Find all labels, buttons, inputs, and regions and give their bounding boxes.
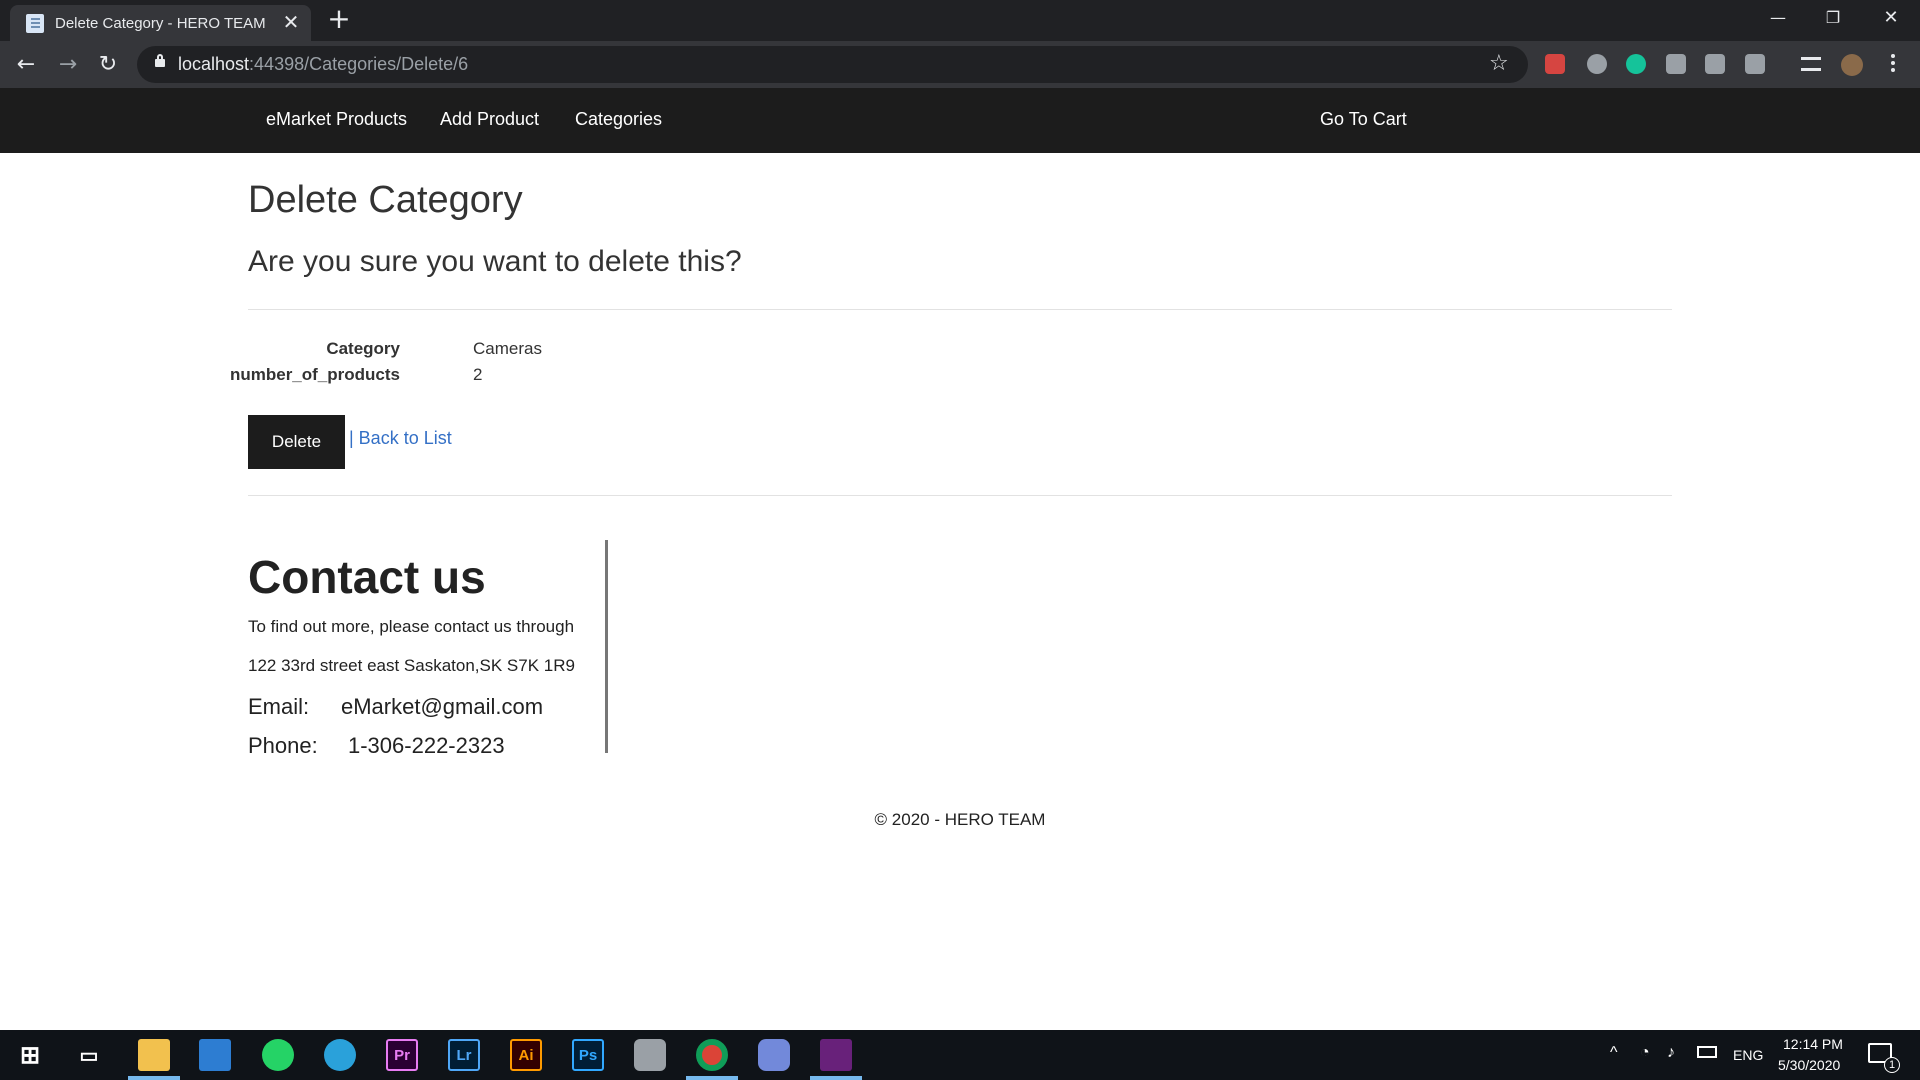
battery-icon[interactable]	[1697, 1046, 1717, 1058]
nav-go-to-cart[interactable]: Go To Cart	[1320, 109, 1407, 130]
confirmation-question: Are you sure you want to delete this?	[248, 245, 742, 278]
page-title: Delete Category	[248, 179, 523, 221]
new-tab-icon[interactable]: +	[325, 5, 353, 33]
back-to-list-link[interactable]: | Back to List	[349, 428, 452, 449]
contact-phone-row: Phone: 1-306-222-2323	[248, 733, 598, 763]
photoshop-icon[interactable]: Ps	[572, 1039, 604, 1071]
field-value: 2	[473, 365, 483, 384]
field-label: number_of_products	[229, 365, 400, 384]
nav-emarket-products[interactable]: eMarket Products	[266, 109, 407, 130]
delete-button[interactable]: Delete	[248, 415, 345, 469]
grammarly-icon[interactable]	[1626, 54, 1646, 74]
nav-add-product[interactable]: Add Product	[440, 109, 539, 130]
taskbar-active-indicator	[128, 1076, 180, 1080]
field-label: Category	[326, 339, 400, 358]
app-hexagon-icon[interactable]	[634, 1039, 666, 1071]
media-control-icon[interactable]	[1801, 57, 1821, 71]
whatsapp-icon[interactable]	[262, 1039, 294, 1071]
taskbar-active-indicator	[810, 1076, 862, 1080]
site-navbar: eMarket Products Add Product Categories …	[0, 88, 1920, 153]
tab-title: Delete Category - HERO TEAM	[55, 15, 266, 32]
contact-address: 122 33rd street east Saskaton,SK S7K 1R9	[248, 656, 575, 675]
file-explorer-icon[interactable]	[138, 1039, 170, 1071]
email-label: Email:	[248, 694, 310, 719]
profile-avatar[interactable]	[1841, 54, 1863, 76]
language-indicator[interactable]: ENG	[1733, 1047, 1763, 1063]
task-view-icon[interactable]: ▭	[73, 1039, 105, 1071]
contact-title: Contact us	[248, 551, 486, 603]
notification-count: 1	[1884, 1057, 1900, 1073]
chrome-icon[interactable]	[696, 1039, 728, 1071]
close-window-icon[interactable]: ✕	[1868, 0, 1914, 36]
visual-studio-icon[interactable]	[820, 1039, 852, 1071]
lock-icon	[155, 54, 165, 67]
divider	[248, 495, 1672, 496]
url-text: localhost:44398/Categories/Delete/6	[178, 54, 469, 74]
phone-value: 1-306-222-2323	[348, 733, 505, 758]
extension-bookmark-icon[interactable]	[1545, 54, 1565, 74]
camera-extension-icon[interactable]	[1705, 54, 1725, 74]
phone-label: Phone:	[248, 733, 318, 758]
email-value: eMarket@gmail.com	[341, 694, 544, 719]
lightroom-icon[interactable]: Lr	[448, 1039, 480, 1071]
clock-time[interactable]: 12:14 PM	[1783, 1036, 1843, 1052]
reload-icon[interactable]: ↻	[92, 49, 124, 81]
browser-toolbar: ← → ↻ localhost:44398/Categories/Delete/…	[0, 41, 1920, 88]
discord-icon[interactable]	[758, 1039, 790, 1071]
taskbar-active-indicator	[686, 1076, 738, 1080]
nav-categories[interactable]: Categories	[575, 109, 662, 130]
lightbulb-extension-icon[interactable]	[1745, 54, 1765, 74]
bookmark-star-icon[interactable]: ☆	[1489, 51, 1509, 76]
address-bar[interactable]: localhost:44398/Categories/Delete/6 ☆	[137, 46, 1528, 83]
volume-icon[interactable]: ♪	[1667, 1044, 1675, 1062]
page-favicon-icon	[26, 14, 44, 33]
contact-email-row: Email: eMarket@gmail.com	[248, 694, 598, 724]
extension-chat-icon[interactable]	[1587, 54, 1607, 74]
field-row-category: Category Cameras	[248, 339, 848, 361]
back-icon[interactable]: ←	[10, 49, 42, 81]
mail-icon[interactable]	[199, 1039, 231, 1071]
windows-start-icon[interactable]: ⊞	[14, 1039, 46, 1071]
copyright: © 2020 - HERO TEAM	[874, 810, 1046, 829]
forward-icon[interactable]: →	[52, 49, 84, 81]
divider	[248, 309, 1672, 310]
windows-taskbar: ⊞ ▭ Pr Lr Ai Ps ^ ◔ ♪ ENG 12:14 PM 5/30/…	[0, 1030, 1920, 1080]
contact-section: Contact us To find out more, please cont…	[248, 540, 608, 758]
telegram-icon[interactable]	[324, 1039, 356, 1071]
field-row-number-of-products: number_of_products 2	[230, 365, 848, 387]
field-value: Cameras	[473, 339, 542, 358]
extension-window-icon[interactable]	[1666, 54, 1686, 74]
contact-intro: To find out more, please contact us thro…	[248, 617, 575, 636]
browser-tabstrip: Delete Category - HERO TEAM ✕ + — ❐ ✕	[0, 0, 1920, 41]
browser-tab[interactable]: Delete Category - HERO TEAM ✕	[10, 5, 311, 41]
illustrator-icon[interactable]: Ai	[510, 1039, 542, 1071]
clock-date[interactable]: 5/30/2020	[1778, 1057, 1840, 1073]
minimize-icon[interactable]: —	[1755, 0, 1801, 36]
restore-icon[interactable]: ❐	[1810, 0, 1856, 36]
tray-chevron-icon[interactable]: ^	[1610, 1044, 1618, 1062]
premiere-pro-icon[interactable]: Pr	[386, 1039, 418, 1071]
close-tab-icon[interactable]: ✕	[280, 11, 302, 33]
browser-menu-icon[interactable]	[1888, 51, 1898, 77]
network-icon[interactable]: ◔	[1640, 1044, 1650, 1062]
